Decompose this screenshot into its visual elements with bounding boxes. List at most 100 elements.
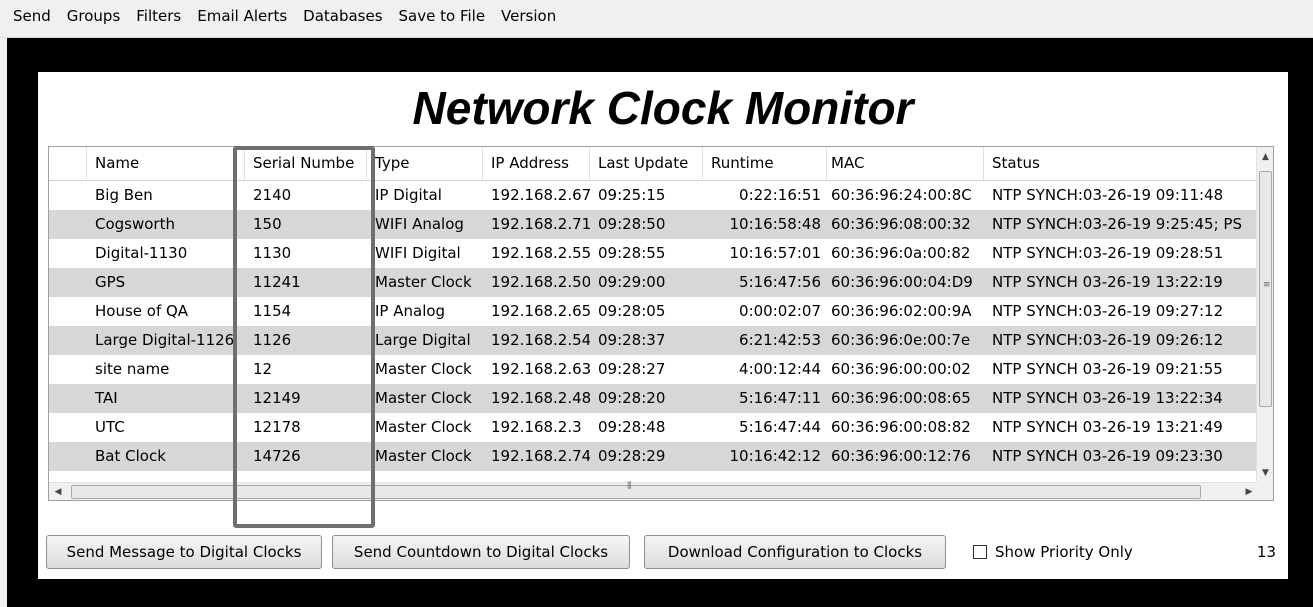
table-row[interactable]: UTC 12178 Master Clock 192.168.2.3 09:28:48 5… — [49, 413, 1258, 442]
cell-last-update: 09:28:27 — [598, 360, 666, 378]
cell-mac: 60:36:96:00:00:02 — [831, 360, 971, 378]
table-row[interactable]: Large Digital-1126 1126 Large Digital 192.1… — [49, 326, 1258, 355]
cell-name: Cogsworth — [95, 215, 175, 233]
cell-name: TAI — [95, 389, 118, 407]
cell-status: NTP SYNCH:03-26-19 09:11:48 — [992, 186, 1224, 204]
cell-mac: 60:36:96:24:00:8C — [831, 186, 972, 204]
page-title: Network Clock Monitor — [412, 82, 914, 134]
table-row[interactable]: Cogsworth 150 WIFI Analog 192.168.2.71 09:28… — [49, 210, 1258, 239]
download-configuration-button[interactable]: Download Configuration to Clocks — [644, 535, 946, 569]
row-selector[interactable] — [49, 239, 87, 268]
row-selector[interactable] — [49, 355, 87, 384]
cell-ip-address: 192.168.2.74 — [491, 447, 590, 465]
row-selector[interactable] — [49, 384, 87, 413]
scrollbar-corner — [1256, 482, 1273, 500]
cell-last-update: 09:28:55 — [598, 244, 666, 262]
table-row[interactable]: Digital-1130 1130 WIFI Digital 192.168.2.55… — [49, 239, 1258, 268]
show-priority-checkbox[interactable] — [973, 545, 987, 559]
table-row[interactable]: House of QA 1154 IP Analog 192.168.2.65 09:2… — [49, 297, 1258, 326]
cell-type: IP Analog — [375, 302, 446, 320]
cell-name: Large Digital-1126 — [95, 331, 235, 349]
cell-last-update: 09:28:05 — [598, 302, 666, 320]
row-selector[interactable] — [49, 181, 87, 210]
cell-type: Master Clock — [375, 418, 472, 436]
cell-status: NTP SYNCH 03-26-19 09:23:30 — [992, 447, 1223, 465]
cell-mac: 60:36:96:0a:00:82 — [831, 244, 971, 262]
table-row[interactable]: Big Ben 2140 IP Digital 192.168.2.67 09:25:1… — [49, 181, 1258, 210]
cell-name: GPS — [95, 273, 126, 291]
cell-last-update: 09:28:20 — [598, 389, 666, 407]
table-row[interactable]: Bat Clock 14726 Master Clock 192.168.2.74 09… — [49, 442, 1258, 471]
grip-icon: ≡ — [1263, 280, 1271, 290]
cell-runtime: 6:21:42:53 — [739, 331, 821, 349]
cell-type: WIFI Digital — [375, 244, 461, 262]
row-selector[interactable] — [49, 442, 87, 471]
table-row[interactable]: TAI 12149 Master Clock 192.168.2.48 09:28:20… — [49, 384, 1258, 413]
scroll-up-arrow-icon[interactable]: ▲ — [1257, 147, 1273, 167]
table-row[interactable]: GPS 11241 Master Clock 192.168.2.50 09:29:00… — [49, 268, 1258, 297]
cell-last-update: 09:28:29 — [598, 447, 666, 465]
cell-runtime: 4:00:12:44 — [739, 360, 821, 378]
table-row[interactable]: site name 12 Master Clock 192.168.2.63 09:28… — [49, 355, 1258, 384]
column-header-status[interactable]: Status — [984, 147, 1258, 181]
cell-runtime: 10:16:42:12 — [729, 447, 821, 465]
cell-mac: 60:36:96:00:08:65 — [831, 389, 971, 407]
menu-save-to-file[interactable]: Save to File — [391, 6, 494, 26]
menu-send[interactable]: Send — [5, 6, 59, 26]
cell-ip-address: 192.168.2.48 — [491, 389, 590, 407]
cell-ip-address: 192.168.2.55 — [491, 244, 590, 262]
serial-number-highlight-box — [233, 146, 375, 528]
row-selector[interactable] — [49, 210, 87, 239]
show-priority-label: Show Priority Only — [995, 543, 1133, 561]
row-selector[interactable] — [49, 326, 87, 355]
cell-name: Bat Clock — [95, 447, 166, 465]
main-panel: Network Clock Monitor Name Serial Numbe … — [38, 72, 1288, 579]
cell-status: NTP SYNCH:03-26-19 09:26:12 — [992, 331, 1224, 349]
column-header-type[interactable]: Type — [367, 147, 483, 181]
menu-databases[interactable]: Databases — [295, 6, 390, 26]
send-message-button[interactable]: Send Message to Digital Clocks — [46, 535, 322, 569]
scroll-down-arrow-icon[interactable]: ▼ — [1257, 463, 1273, 483]
menu-bar: Send Groups Filters Email Alerts Databas… — [0, 0, 1313, 38]
column-header-name[interactable]: Name — [87, 147, 245, 181]
cell-last-update: 09:28:50 — [598, 215, 666, 233]
cell-type: Master Clock — [375, 447, 472, 465]
cell-mac: 60:36:96:0e:00:7e — [831, 331, 971, 349]
clock-table[interactable]: Name Serial Numbe Type IP Address Last U… — [48, 146, 1274, 501]
column-header-selector[interactable] — [49, 147, 87, 181]
row-selector[interactable] — [49, 268, 87, 297]
scroll-left-arrow-icon[interactable]: ◀ — [49, 483, 67, 500]
cell-mac: 60:36:96:00:12:76 — [831, 447, 971, 465]
vertical-scroll-thumb[interactable]: ≡ — [1259, 171, 1272, 407]
cell-type: Master Clock — [375, 360, 472, 378]
cell-name: Big Ben — [95, 186, 153, 204]
column-header-runtime[interactable]: Runtime — [703, 147, 827, 181]
column-header-ip-address[interactable]: IP Address — [483, 147, 590, 181]
cell-name: House of QA — [95, 302, 189, 320]
cell-last-update: 09:28:37 — [598, 331, 666, 349]
horizontal-scrollbar[interactable]: ◀ ⦀ ▶ — [49, 481, 1258, 500]
cell-mac: 60:36:96:00:04:D9 — [831, 273, 973, 291]
cell-ip-address: 192.168.2.65 — [491, 302, 590, 320]
row-selector[interactable] — [49, 297, 87, 326]
menu-groups[interactable]: Groups — [59, 6, 128, 26]
row-selector[interactable] — [49, 413, 87, 442]
cell-name: Digital-1130 — [95, 244, 188, 262]
menu-email-alerts[interactable]: Email Alerts — [189, 6, 295, 26]
vertical-scrollbar[interactable]: ▲ ≡ ▼ — [1256, 147, 1273, 483]
window-left-edge — [0, 38, 7, 607]
cell-last-update: 09:29:00 — [598, 273, 666, 291]
cell-status: NTP SYNCH:03-26-19 09:27:12 — [992, 302, 1224, 320]
menu-version[interactable]: Version — [493, 6, 564, 26]
column-header-mac[interactable]: MAC — [827, 147, 984, 181]
menu-filters[interactable]: Filters — [128, 6, 189, 26]
cell-name: UTC — [95, 418, 125, 436]
column-header-last-update[interactable]: Last Update — [590, 147, 703, 181]
show-priority-toggle[interactable]: Show Priority Only — [973, 543, 1133, 561]
send-countdown-button[interactable]: Send Countdown to Digital Clocks — [332, 535, 630, 569]
cell-ip-address: 192.168.2.54 — [491, 331, 590, 349]
table-header: Name Serial Numbe Type IP Address Last U… — [49, 147, 1258, 181]
cell-runtime: 5:16:47:44 — [739, 418, 821, 436]
grip-icon: ⦀ — [627, 481, 632, 492]
cell-runtime: 0:22:16:51 — [739, 186, 821, 204]
